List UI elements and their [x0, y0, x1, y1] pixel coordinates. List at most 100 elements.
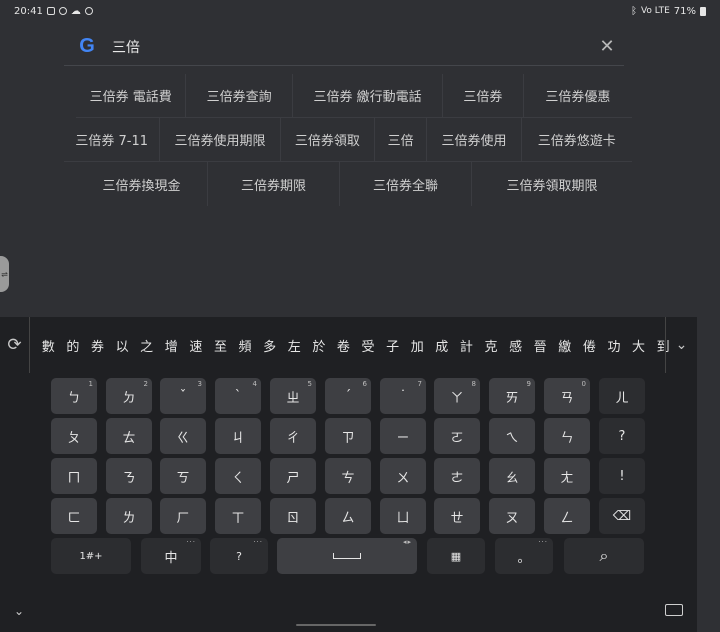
letter-key[interactable]: ㄩ	[380, 498, 426, 534]
candidate-item[interactable]: 計	[454, 336, 479, 355]
letter-key[interactable]: ?	[599, 418, 645, 454]
language-key[interactable]: 中 ···	[141, 538, 201, 574]
chevron-down-icon[interactable]: ⌄	[665, 317, 697, 373]
suggestion-chip[interactable]: 三倍券使用期限	[160, 118, 281, 161]
suggestion-chip[interactable]: 三倍券	[443, 74, 524, 117]
candidate-item[interactable]: 至	[208, 336, 233, 355]
grid-icon: ▦	[450, 549, 462, 563]
letter-key[interactable]: ㄒ	[215, 498, 261, 534]
letter-key[interactable]: ˊ6	[325, 378, 371, 414]
letter-key[interactable]: ㄐ	[215, 418, 261, 454]
space-key[interactable]: ◂▸	[277, 538, 417, 574]
letter-key[interactable]: ㄌ	[106, 498, 152, 534]
letter-key[interactable]: ㄥ	[544, 498, 590, 534]
chevron-down-icon[interactable]: ⌄	[14, 604, 24, 618]
letter-key[interactable]: ㄜ	[434, 458, 480, 494]
period-key[interactable]: 。 ···	[495, 538, 553, 574]
candidate-item[interactable]: 克	[479, 336, 504, 355]
letter-key[interactable]: ㄘ	[325, 458, 371, 494]
search-key[interactable]: ⌕	[564, 538, 644, 574]
candidate-item[interactable]: 加	[405, 336, 430, 355]
letter-key[interactable]: ㄙ	[325, 498, 371, 534]
letter-key[interactable]: ㄧ	[380, 418, 426, 454]
suggestion-chip[interactable]: 三倍券期限	[208, 162, 340, 206]
letter-key[interactable]: ㄊ	[106, 418, 152, 454]
candidate-item[interactable]: 晉	[528, 336, 553, 355]
letter-key[interactable]: ㄋ	[106, 458, 152, 494]
candidate-item[interactable]: 左	[282, 336, 307, 355]
letter-key[interactable]: ㄈ	[51, 498, 97, 534]
candidate-item[interactable]: 卷	[331, 336, 356, 355]
letter-key[interactable]: ㄔ	[270, 418, 316, 454]
swap-icon[interactable]: ⟳	[0, 317, 30, 373]
suggestion-chip[interactable]: 三倍券 電話費	[76, 74, 187, 117]
suggestion-chip[interactable]: 三倍券 7-11	[64, 118, 161, 161]
suggestion-chip[interactable]: 三倍券悠遊卡	[522, 118, 632, 161]
letter-key[interactable]: ㄠ	[489, 458, 535, 494]
question-key[interactable]: ? ···	[210, 538, 268, 574]
letter-key[interactable]: ㄎ	[160, 458, 206, 494]
letter-key[interactable]: ㄅ1	[51, 378, 97, 414]
candidate-item[interactable]: 數	[36, 336, 61, 355]
letter-key[interactable]: ˙ 7	[380, 378, 426, 414]
letter-key[interactable]: ㄗ	[325, 418, 371, 454]
candidate-item[interactable]: 速	[184, 336, 209, 355]
letter-key[interactable]: ㄡ	[489, 498, 535, 534]
letter-key[interactable]: ㄏ	[160, 498, 206, 534]
candidate-item[interactable]: 倦	[577, 336, 602, 355]
backspace-key[interactable]: ⌫	[599, 498, 645, 534]
candidate-item[interactable]: 以	[110, 336, 135, 355]
candidate-item[interactable]: 於	[307, 336, 332, 355]
letter-key[interactable]: ㄖ	[270, 498, 316, 534]
candidate-item[interactable]: 感	[503, 336, 528, 355]
letter-key[interactable]: ˇ3	[160, 378, 206, 414]
letter-key[interactable]: ㄝ	[434, 498, 480, 534]
search-input[interactable]: 三倍	[112, 37, 592, 57]
letter-key[interactable]: ㄕ	[270, 458, 316, 494]
suggestion-chip[interactable]: 三倍	[375, 118, 428, 161]
letter-key[interactable]: ㄟ	[489, 418, 535, 454]
letter-key[interactable]: ㄛ	[434, 418, 480, 454]
letter-key[interactable]: ㄨ	[380, 458, 426, 494]
letter-key[interactable]: ㄢ0	[544, 378, 590, 414]
letter-key[interactable]: ㄤ	[544, 458, 590, 494]
candidate-item[interactable]: 頻	[233, 336, 258, 355]
letter-key[interactable]: ㄣ	[544, 418, 590, 454]
candidate-item[interactable]: 成	[430, 336, 455, 355]
letter-key[interactable]: !	[599, 458, 645, 494]
suggestion-chip[interactable]: 三倍券 繳行動電話	[293, 74, 444, 117]
letter-key[interactable]: ㄓ5	[270, 378, 316, 414]
candidate-item[interactable]: 增	[159, 336, 184, 355]
suggestion-chip[interactable]: 三倍券換現金	[76, 162, 208, 206]
suggestion-chip[interactable]: 三倍券查詢	[186, 74, 293, 117]
letter-key[interactable]: ㄑ	[215, 458, 261, 494]
suggestion-chip[interactable]: 三倍券領取期限	[472, 162, 632, 206]
edge-panel-handle[interactable]: ⇌	[0, 256, 9, 292]
letter-key[interactable]: ㄍ	[160, 418, 206, 454]
suggestion-chip[interactable]: 三倍券全聯	[340, 162, 472, 206]
letter-key[interactable]: ㄞ9	[489, 378, 535, 414]
candidate-item[interactable]: 多	[257, 336, 282, 355]
symbols-key[interactable]: 1#+	[51, 538, 131, 574]
letter-key[interactable]: ㄆ	[51, 418, 97, 454]
search-bar[interactable]: G 三倍 ✕	[64, 28, 624, 66]
candidate-item[interactable]: 功	[602, 336, 627, 355]
candidate-item[interactable]: 受	[356, 336, 381, 355]
suggestion-chip[interactable]: 三倍券使用	[427, 118, 522, 161]
layout-key[interactable]: ▦	[427, 538, 485, 574]
suggestion-chip[interactable]: 三倍券優惠	[524, 74, 632, 117]
suggestion-chip[interactable]: 三倍券領取	[281, 118, 375, 161]
letter-key[interactable]: ㄉ2	[106, 378, 152, 414]
candidate-item[interactable]: 子	[380, 336, 405, 355]
clear-search-button[interactable]: ✕	[592, 36, 622, 57]
candidate-item[interactable]: 之	[134, 336, 159, 355]
candidate-item[interactable]: 大	[626, 336, 651, 355]
candidate-item[interactable]: 的	[61, 336, 86, 355]
keyboard-icon[interactable]	[665, 604, 683, 616]
candidate-item[interactable]: 券	[85, 336, 110, 355]
letter-key[interactable]: ㄦ	[599, 378, 645, 414]
letter-key[interactable]: ㄚ8	[434, 378, 480, 414]
letter-key[interactable]: ˋ4	[215, 378, 261, 414]
candidate-item[interactable]: 繳	[552, 336, 577, 355]
letter-key[interactable]: ㄇ	[51, 458, 97, 494]
